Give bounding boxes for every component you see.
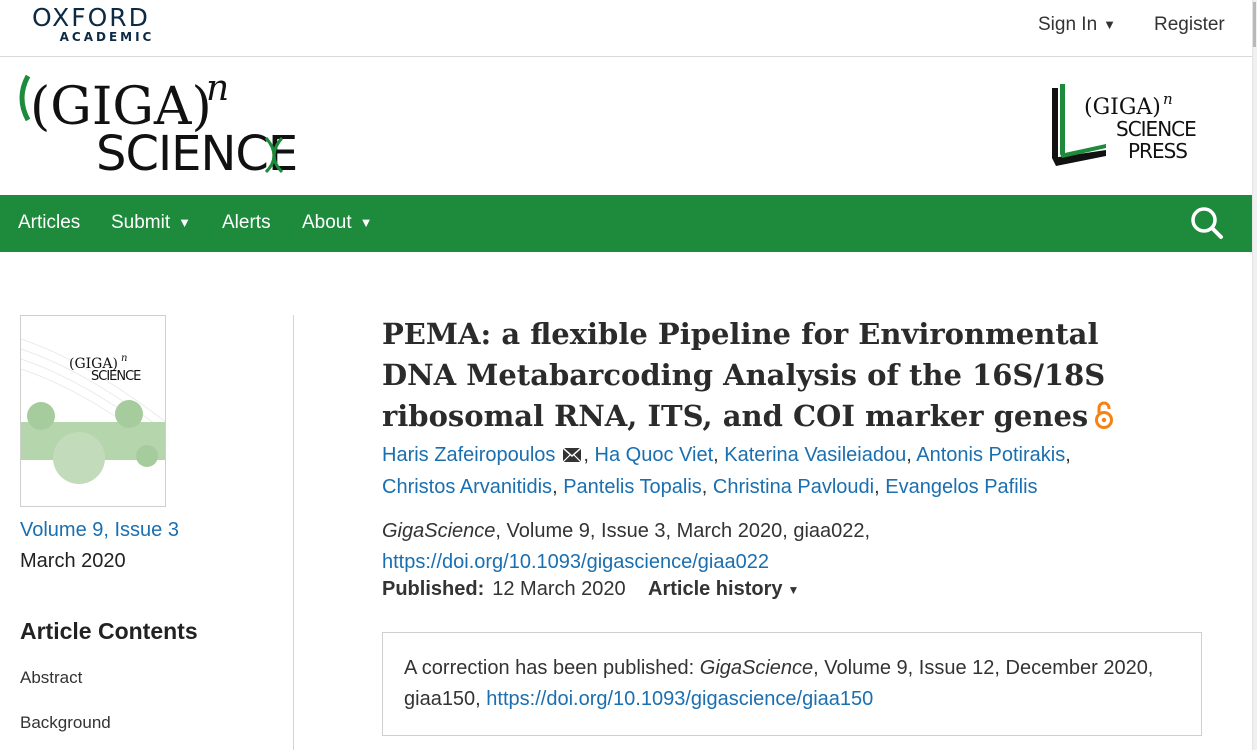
article-history-label: Article history: [648, 578, 783, 600]
published-info: Published: 12 March 2020: [382, 578, 626, 601]
nav-about-label: About: [302, 212, 352, 233]
register-link[interactable]: Register: [1154, 14, 1225, 36]
publisher-subname: ACADEMIC: [59, 30, 155, 44]
author-link[interactable]: Haris Zafeiropoulos: [382, 444, 555, 466]
correction-journal: GigaScience: [699, 657, 814, 679]
scrollbar-thumb[interactable]: [1253, 2, 1256, 47]
citation: GigaScience, Volume 9, Issue 3, March 20…: [382, 516, 870, 578]
cover-logo-science: SCIENCE: [91, 369, 141, 384]
top-bar: OXFORD ACADEMIC Sign In ▼ Register: [0, 0, 1252, 57]
open-access-icon: [1094, 399, 1114, 440]
article-title-text: PEMA: a flexible Pipeline for Environmen…: [382, 317, 1106, 433]
nav-item-alerts[interactable]: Alerts: [222, 212, 271, 234]
issue-cover-image[interactable]: (GIGA) n SCIENCE: [20, 315, 166, 507]
search-button[interactable]: [1187, 203, 1227, 243]
chevron-down-icon: ▼: [178, 215, 192, 230]
press-science-text: SCIENCE: [1116, 117, 1196, 141]
author-link[interactable]: Katerina Vasileiadou: [724, 444, 906, 466]
article-title: PEMA: a flexible Pipeline for Environmen…: [382, 314, 1172, 440]
contents-item-abstract[interactable]: Abstract: [20, 668, 82, 688]
gigascience-logo[interactable]: (GIGA) n SCIENCE: [14, 64, 334, 182]
issue-date: March 2020: [20, 550, 126, 572]
caret-down-icon: ▼: [787, 583, 800, 597]
doi-link[interactable]: https://doi.org/10.1093/gigascience/giaa…: [382, 551, 769, 573]
column-divider: [293, 315, 294, 750]
gigascience-press-logo[interactable]: (GIGA) n SCIENCE PRESS: [1046, 80, 1226, 172]
publisher-name: OXFORD: [32, 3, 150, 32]
published-date: 12 March 2020: [492, 578, 626, 600]
cover-logo-exponent: n: [121, 353, 127, 364]
oxford-academic-logo[interactable]: OXFORD ACADEMIC: [18, 3, 164, 44]
nav-item-submit[interactable]: Submit ▼: [111, 212, 191, 234]
author-link[interactable]: Evangelos Pafilis: [885, 476, 1037, 498]
search-icon: [1191, 207, 1223, 239]
author-link[interactable]: Pantelis Topalis: [563, 476, 702, 498]
nav-item-articles[interactable]: Articles: [18, 212, 80, 234]
author-link[interactable]: Ha Quoc Viet: [595, 444, 714, 466]
citation-journal: GigaScience: [382, 520, 496, 542]
correction-id: giaa150,: [404, 688, 487, 710]
correction-details: , Volume 9, Issue 12, December 2020,: [813, 657, 1154, 679]
logo-exponent: n: [206, 68, 229, 109]
article-history-toggle[interactable]: Article history ▼: [648, 578, 799, 601]
envelope-icon[interactable]: [562, 441, 582, 472]
chevron-down-icon: ▼: [1103, 17, 1117, 32]
author-link[interactable]: Antonis Potirakis: [916, 444, 1065, 466]
published-label: Published:: [382, 578, 485, 600]
main-nav: Articles Submit ▼ Alerts About ▼: [0, 195, 1252, 252]
nav-item-about[interactable]: About ▼: [302, 212, 373, 234]
press-exponent: n: [1163, 90, 1173, 108]
citation-details: , Volume 9, Issue 3, March 2020, giaa022…: [495, 520, 871, 542]
correction-doi-link[interactable]: https://doi.org/10.1093/gigascience/giaa…: [486, 688, 873, 710]
sign-in-label: Sign In: [1038, 14, 1098, 35]
chevron-down-icon: ▼: [359, 215, 373, 230]
sign-in-button[interactable]: Sign In ▼: [1038, 14, 1116, 36]
author-link[interactable]: Christina Pavloudi: [713, 476, 874, 498]
nav-submit-label: Submit: [111, 212, 171, 233]
press-press-text: PRESS: [1128, 139, 1187, 163]
issue-link[interactable]: Volume 9, Issue 3: [20, 519, 179, 542]
author-list: Haris Zafeiropoulos, Ha Quoc Viet, Kater…: [382, 440, 1142, 503]
page-scrollbar[interactable]: [1252, 0, 1257, 750]
correction-notice: A correction has been published: GigaSci…: [382, 632, 1202, 736]
article-contents-heading: Article Contents: [20, 618, 198, 644]
correction-prefix: A correction has been published:: [404, 657, 700, 679]
author-link[interactable]: Christos Arvanitidis: [382, 476, 552, 498]
contents-item-background[interactable]: Background: [20, 713, 111, 733]
